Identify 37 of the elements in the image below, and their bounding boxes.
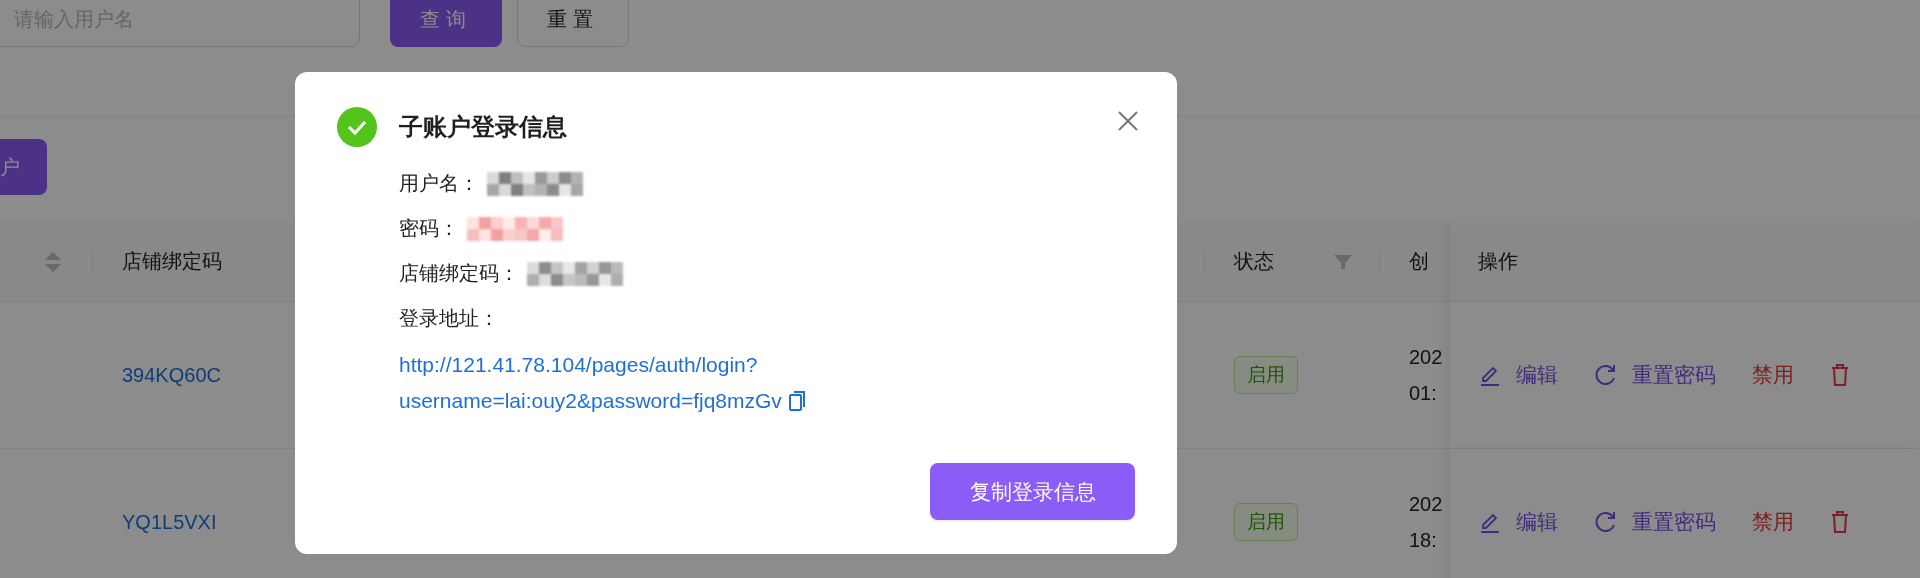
field-label: 登录地址： — [399, 306, 499, 331]
edit-link[interactable]: 编辑 — [1478, 361, 1558, 389]
query-button[interactable]: 查询 — [390, 0, 502, 47]
field-label: 用户名： — [399, 171, 479, 196]
bind-code-link[interactable]: YQ1L5VXI — [122, 510, 217, 534]
login-url-link[interactable]: http://121.41.78.104/pages/auth/login? username=lai:ouy2&password=fjq8mzGv — [399, 347, 806, 419]
field-label: 密码： — [399, 216, 459, 241]
status-tag: 启用 — [1234, 356, 1298, 394]
edit-link[interactable]: 编辑 — [1478, 508, 1558, 536]
disable-link[interactable]: 禁用 — [1752, 508, 1794, 536]
add-button[interactable]: 户 — [0, 139, 47, 195]
field-label: 店铺绑定码： — [399, 261, 519, 286]
created-time: 202 — [1409, 347, 1443, 367]
column-header: 操作 — [1478, 249, 1518, 274]
status-tag: 启用 — [1234, 503, 1298, 541]
disable-link[interactable]: 禁用 — [1752, 361, 1794, 389]
success-check-icon — [337, 107, 377, 147]
column-header: 店铺绑定码 — [122, 249, 222, 274]
copy-info-button[interactable]: 复制登录信息 — [930, 463, 1135, 520]
trash-icon[interactable] — [1830, 510, 1850, 534]
reset-password-link[interactable]: 重置密码 — [1594, 361, 1716, 389]
sort-icon[interactable] — [45, 251, 61, 272]
filter-icon[interactable] — [1334, 254, 1352, 269]
reset-button[interactable]: 重置 — [517, 0, 629, 47]
reset-password-link[interactable]: 重置密码 — [1594, 508, 1716, 536]
trash-icon[interactable] — [1830, 363, 1850, 387]
bind-code-link[interactable]: 394KQ60C — [122, 363, 221, 387]
created-time: 01: — [1409, 383, 1438, 403]
reload-icon — [1594, 510, 1618, 534]
column-header: 创 — [1409, 249, 1429, 274]
created-time: 18: — [1409, 530, 1438, 550]
created-time: 202 — [1409, 494, 1443, 514]
dialog-title: 子账户登录信息 — [399, 112, 567, 142]
column-header: 状态 — [1234, 249, 1274, 274]
copy-icon[interactable] — [787, 391, 806, 411]
close-icon[interactable] — [1117, 110, 1139, 132]
reload-icon — [1594, 363, 1618, 387]
